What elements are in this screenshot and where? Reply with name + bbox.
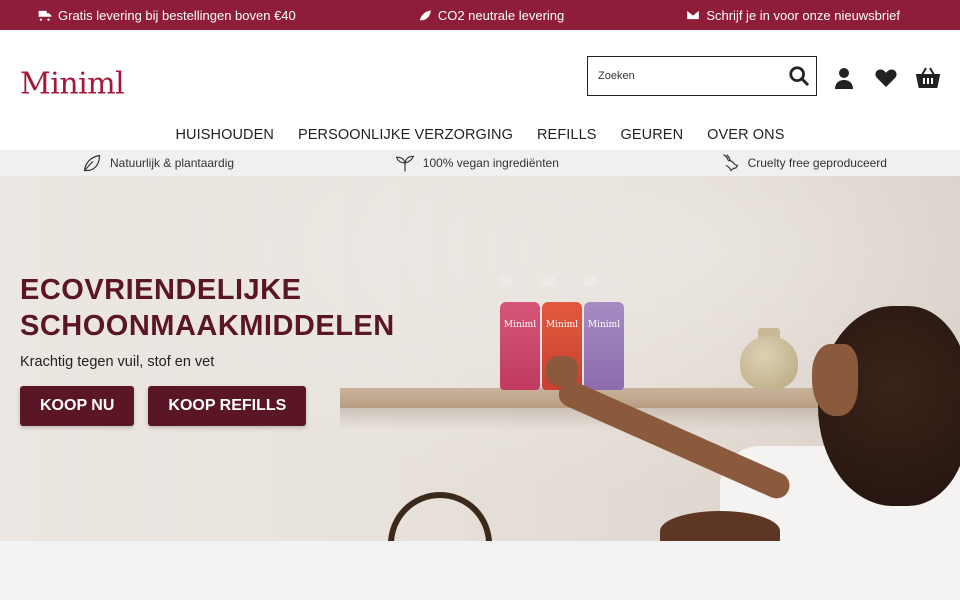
site-header: Miniml [0, 30, 960, 120]
shop-now-button[interactable]: KOOP NU [20, 386, 135, 426]
hero-banner: Miniml Miniml Miniml ECOVRIENDELIJKE SCH… [0, 176, 960, 541]
usp-natural-text: Natuurlijk & plantaardig [110, 156, 235, 170]
main-nav: HUISHOUDEN PERSOONLIJKE VERZORGING REFIL… [0, 120, 960, 150]
co2-notice: CO2 neutrale levering [418, 8, 564, 23]
usp-cruelty-free: Cruelty free geproduceerd [720, 153, 887, 173]
nav-item-refills[interactable]: REFILLS [537, 127, 597, 143]
content-below-fold [0, 541, 960, 600]
nav-item-geuren[interactable]: GEUREN [621, 127, 684, 143]
search-icon [789, 66, 809, 86]
heart-icon[interactable] [874, 66, 898, 90]
newsletter-text[interactable]: Schrijf je in voor onze nieuwsbrief [706, 8, 900, 23]
leaf-icon [419, 10, 431, 21]
rabbit-icon [722, 154, 738, 172]
usp-natural: Natuurlijk & plantaardig [82, 153, 234, 173]
product-bottle-pink: Miniml [500, 274, 540, 390]
nav-item-huishouden[interactable]: HUISHOUDEN [175, 127, 273, 143]
usp-cruelty-free-text: Cruelty free geproduceerd [747, 156, 887, 170]
hero-subtitle: Krachtig tegen vuil, stof en vet [20, 354, 215, 370]
free-delivery-text: Gratis levering bij bestellingen boven €… [58, 7, 296, 23]
search-bar [587, 56, 817, 96]
search-input[interactable] [588, 57, 782, 95]
co2-text: CO2 neutrale levering [437, 7, 565, 23]
newsletter-link[interactable]: Schrijf je in voor onze nieuwsbrief [686, 8, 900, 23]
truck-icon [38, 10, 52, 21]
product-bottle-purple: Miniml [584, 274, 624, 390]
basket-icon[interactable] [916, 66, 940, 90]
usp-vegan-text: 100% vegan ingrediënten [422, 156, 559, 170]
hero-buttons: KOOP NU KOOP REFILLS [20, 386, 395, 426]
sprout-icon [395, 155, 414, 172]
usp-vegan: 100% vegan ingrediënten [395, 153, 559, 173]
logo[interactable]: Miniml [20, 67, 125, 102]
envelope-icon [687, 10, 700, 20]
decor-vase [740, 336, 798, 390]
hero-content: ECOVRIENDELIJKE SCHOONMAAKMIDDELEN Krach… [20, 272, 395, 426]
header-actions [832, 66, 940, 90]
hero-title: ECOVRIENDELIJKE SCHOONMAAKMIDDELEN [20, 274, 395, 342]
free-delivery-notice: Gratis levering bij bestellingen boven €… [38, 8, 296, 23]
announcement-bar: Gratis levering bij bestellingen boven €… [0, 0, 960, 30]
leaf-outline-icon [83, 154, 101, 172]
usp-bar: Natuurlijk & plantaardig 100% vegan ingr… [0, 150, 960, 176]
nav-item-over-ons[interactable]: OVER ONS [707, 127, 784, 143]
search-button[interactable] [782, 57, 816, 95]
user-icon[interactable] [832, 66, 856, 90]
nav-item-persoonlijke-verzorging[interactable]: PERSOONLIJKE VERZORGING [298, 127, 513, 143]
shop-refills-button[interactable]: KOOP REFILLS [148, 386, 307, 426]
